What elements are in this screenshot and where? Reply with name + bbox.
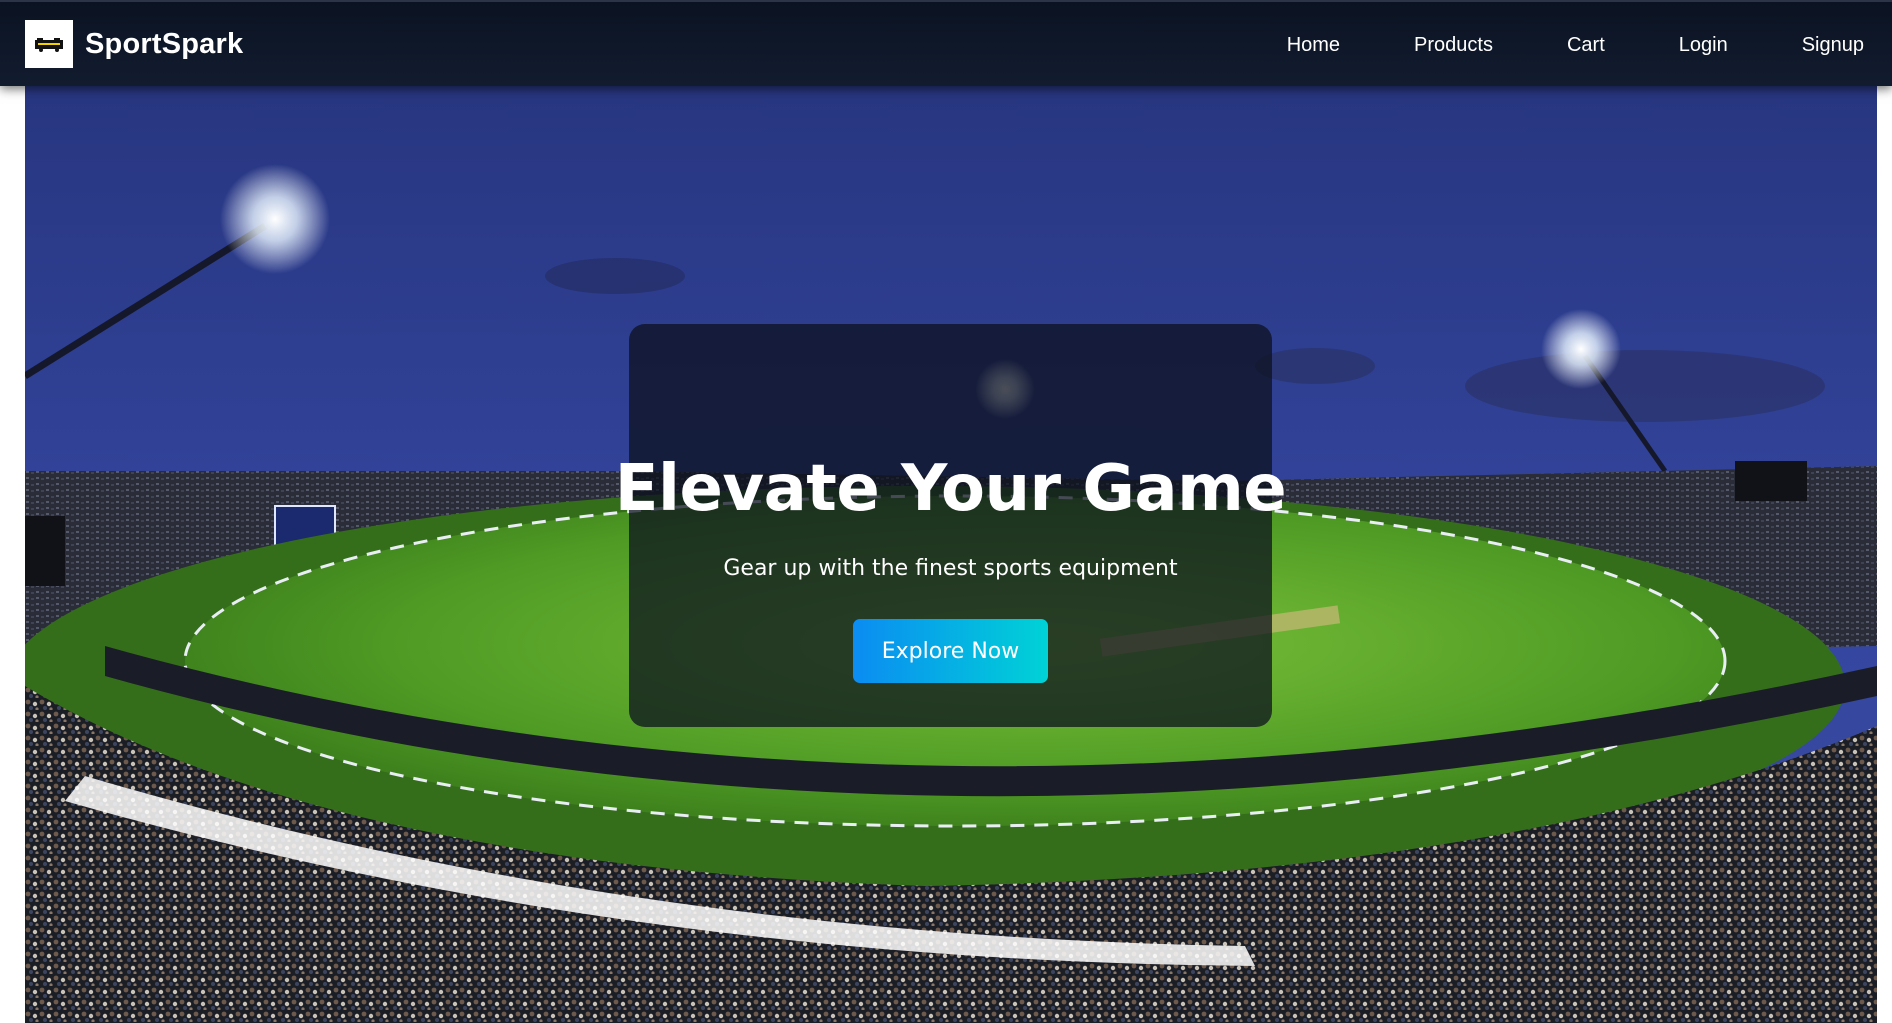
hero-section: Elevate Your Game Gear up with the fines… [25,86,1877,1023]
nav-cart-link[interactable]: Cart [1567,34,1605,57]
brand-home-link[interactable]: SportSpark [25,20,243,68]
nav-links: Home Products Cart Login Signup [1287,2,1864,88]
hero-subtitle: Gear up with the finest sports equipment [723,556,1178,581]
nav-login-link[interactable]: Login [1679,34,1728,57]
sportspark-logo-icon [25,20,73,68]
brand-name: SportSpark [85,27,244,60]
hero-overlay-card: Elevate Your Game Gear up with the fines… [615,324,1287,727]
top-navbar: SportSpark Home Products Cart Login Sign… [0,0,1892,86]
explore-now-button[interactable]: Explore Now [853,619,1048,683]
nav-signup-link[interactable]: Signup [1802,34,1864,57]
nav-products-link[interactable]: Products [1414,34,1493,57]
hero-title: Elevate Your Game [614,452,1287,526]
nav-home-link[interactable]: Home [1287,34,1340,57]
